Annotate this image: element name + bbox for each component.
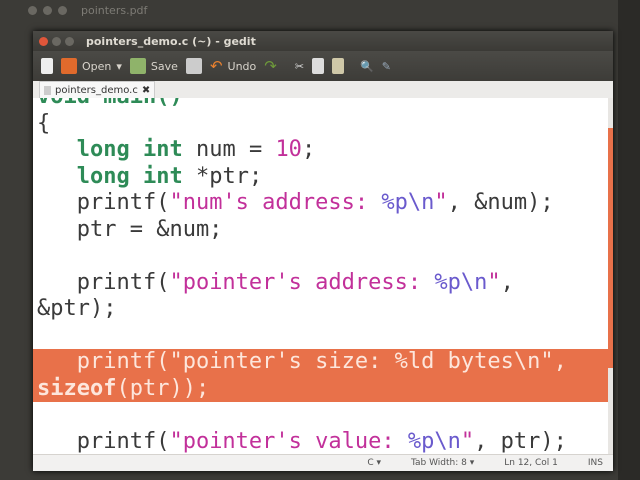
code-line[interactable]: sizeof(ptr)); <box>33 375 608 402</box>
paste-icon[interactable] <box>332 58 345 74</box>
code-token: , &num); <box>447 190 554 215</box>
code-line[interactable]: long int *ptr; <box>37 164 608 191</box>
save-button[interactable]: Save <box>129 58 178 74</box>
code-token: %p\n <box>381 190 435 215</box>
status-bar: C ▾ Tab Width: 8 ▾ Ln 12, Col 1 INS <box>33 454 613 471</box>
code-token: 10 <box>275 137 302 162</box>
code-token: { <box>37 110 51 136</box>
code-line[interactable]: printf("pointer's value: %p\n", ptr); <box>37 429 608 456</box>
title-bar: pointers_demo.c (~) - gedit <box>33 31 613 51</box>
code-token: "pointer's size: <box>169 349 395 374</box>
scrollbar-thumb[interactable] <box>608 128 613 368</box>
code-token: ptr = &num; <box>37 216 223 242</box>
undo-icon: ↶ <box>209 57 223 75</box>
code-token: &ptr); <box>37 296 117 321</box>
code-line[interactable]: { <box>37 111 608 138</box>
search-icon[interactable]: 🔍 <box>360 60 374 73</box>
scrollbar[interactable] <box>608 98 613 455</box>
code-token: printf( <box>37 190 170 215</box>
code-token: ", <box>540 349 567 374</box>
code-token: , ptr); <box>474 428 567 454</box>
code-token: " <box>487 269 501 295</box>
code-token: "pointer's address: <box>169 269 435 295</box>
code-token: %p\n <box>434 269 488 295</box>
code-content[interactable]: void main(){ long int num = 10; long int… <box>33 98 608 456</box>
search-replace-icon[interactable]: ✎ <box>382 60 391 73</box>
code-line[interactable] <box>37 402 608 429</box>
code-token: long int <box>76 163 183 189</box>
toolbar: Open ▾ Save ↶ Undo ↷ ✂ 🔍 ✎ <box>33 51 613 81</box>
code-token: printf( <box>37 428 170 454</box>
code-token: %p\n <box>407 428 461 454</box>
code-token: long int <box>76 137 183 162</box>
close-tab-icon[interactable]: ✖ <box>142 85 150 96</box>
open-icon <box>61 58 77 74</box>
code-token: sizeof <box>37 375 117 401</box>
minimize-icon[interactable] <box>43 6 52 15</box>
open-button[interactable]: Open ▾ <box>61 58 122 74</box>
code-editor[interactable]: void main(){ long int num = 10; long int… <box>33 98 608 455</box>
window-title: pointers_demo.c (~) - gedit <box>86 34 256 48</box>
tab-pointers-demo[interactable]: pointers_demo.c ✖ <box>39 81 156 98</box>
code-token: num = <box>182 137 276 162</box>
tab-bar: pointers_demo.c ✖ <box>33 81 613 99</box>
insert-mode: INS <box>587 458 603 468</box>
code-token: void main() <box>37 98 183 109</box>
code-token: printf( <box>37 269 170 295</box>
code-line[interactable] <box>37 243 608 270</box>
background-window-title: pointers.pdf <box>81 4 148 17</box>
close-icon[interactable] <box>28 6 37 15</box>
code-line[interactable]: long int num = 10; <box>37 137 608 164</box>
code-token: "pointer's value: <box>169 428 408 454</box>
tab-width-selector[interactable]: Tab Width: 8 ▾ <box>411 458 474 468</box>
code-token: printf( <box>37 349 170 374</box>
cursor-position: Ln 12, Col 1 <box>504 458 558 468</box>
print-icon[interactable] <box>185 58 202 74</box>
code-token: %ld <box>394 349 435 374</box>
chevron-down-icon[interactable]: ▾ <box>116 60 122 73</box>
close-icon[interactable] <box>39 36 48 46</box>
maximize-icon[interactable] <box>58 6 67 15</box>
minimize-icon[interactable] <box>52 36 61 46</box>
code-token: , <box>500 269 514 295</box>
code-token: " <box>460 428 475 454</box>
save-icon <box>129 58 146 74</box>
code-token: \n <box>513 349 541 374</box>
undo-button[interactable]: ↶ Undo <box>210 57 256 75</box>
code-line[interactable]: ptr = &num; <box>37 217 608 244</box>
gedit-window: pointers_demo.c (~) - gedit Open ▾ Save ↶… <box>33 31 613 471</box>
new-file-icon[interactable] <box>41 58 53 74</box>
copy-icon[interactable] <box>312 58 325 74</box>
code-token: *ptr; <box>182 163 263 189</box>
code-line[interactable]: &ptr); <box>37 296 608 323</box>
maximize-icon[interactable] <box>65 36 74 46</box>
cut-icon[interactable]: ✂ <box>295 60 304 73</box>
code-line[interactable] <box>37 323 608 350</box>
code-token: ; <box>301 137 316 162</box>
code-token: (ptr)); <box>116 375 210 401</box>
code-token: " <box>434 190 448 215</box>
code-line[interactable]: printf("pointer's address: %p\n", <box>37 270 608 297</box>
code-line[interactable]: printf("pointer's size: %ld bytes\n", <box>33 349 608 376</box>
language-selector[interactable]: C ▾ <box>367 458 381 468</box>
code-line[interactable]: void main() <box>37 98 608 111</box>
code-token: "num's address: <box>169 190 382 215</box>
code-line[interactable]: printf("num's address: %p\n", &num); <box>37 190 608 217</box>
file-icon <box>44 85 51 95</box>
code-token: bytes <box>434 349 514 374</box>
redo-icon[interactable]: ↷ <box>264 57 277 75</box>
